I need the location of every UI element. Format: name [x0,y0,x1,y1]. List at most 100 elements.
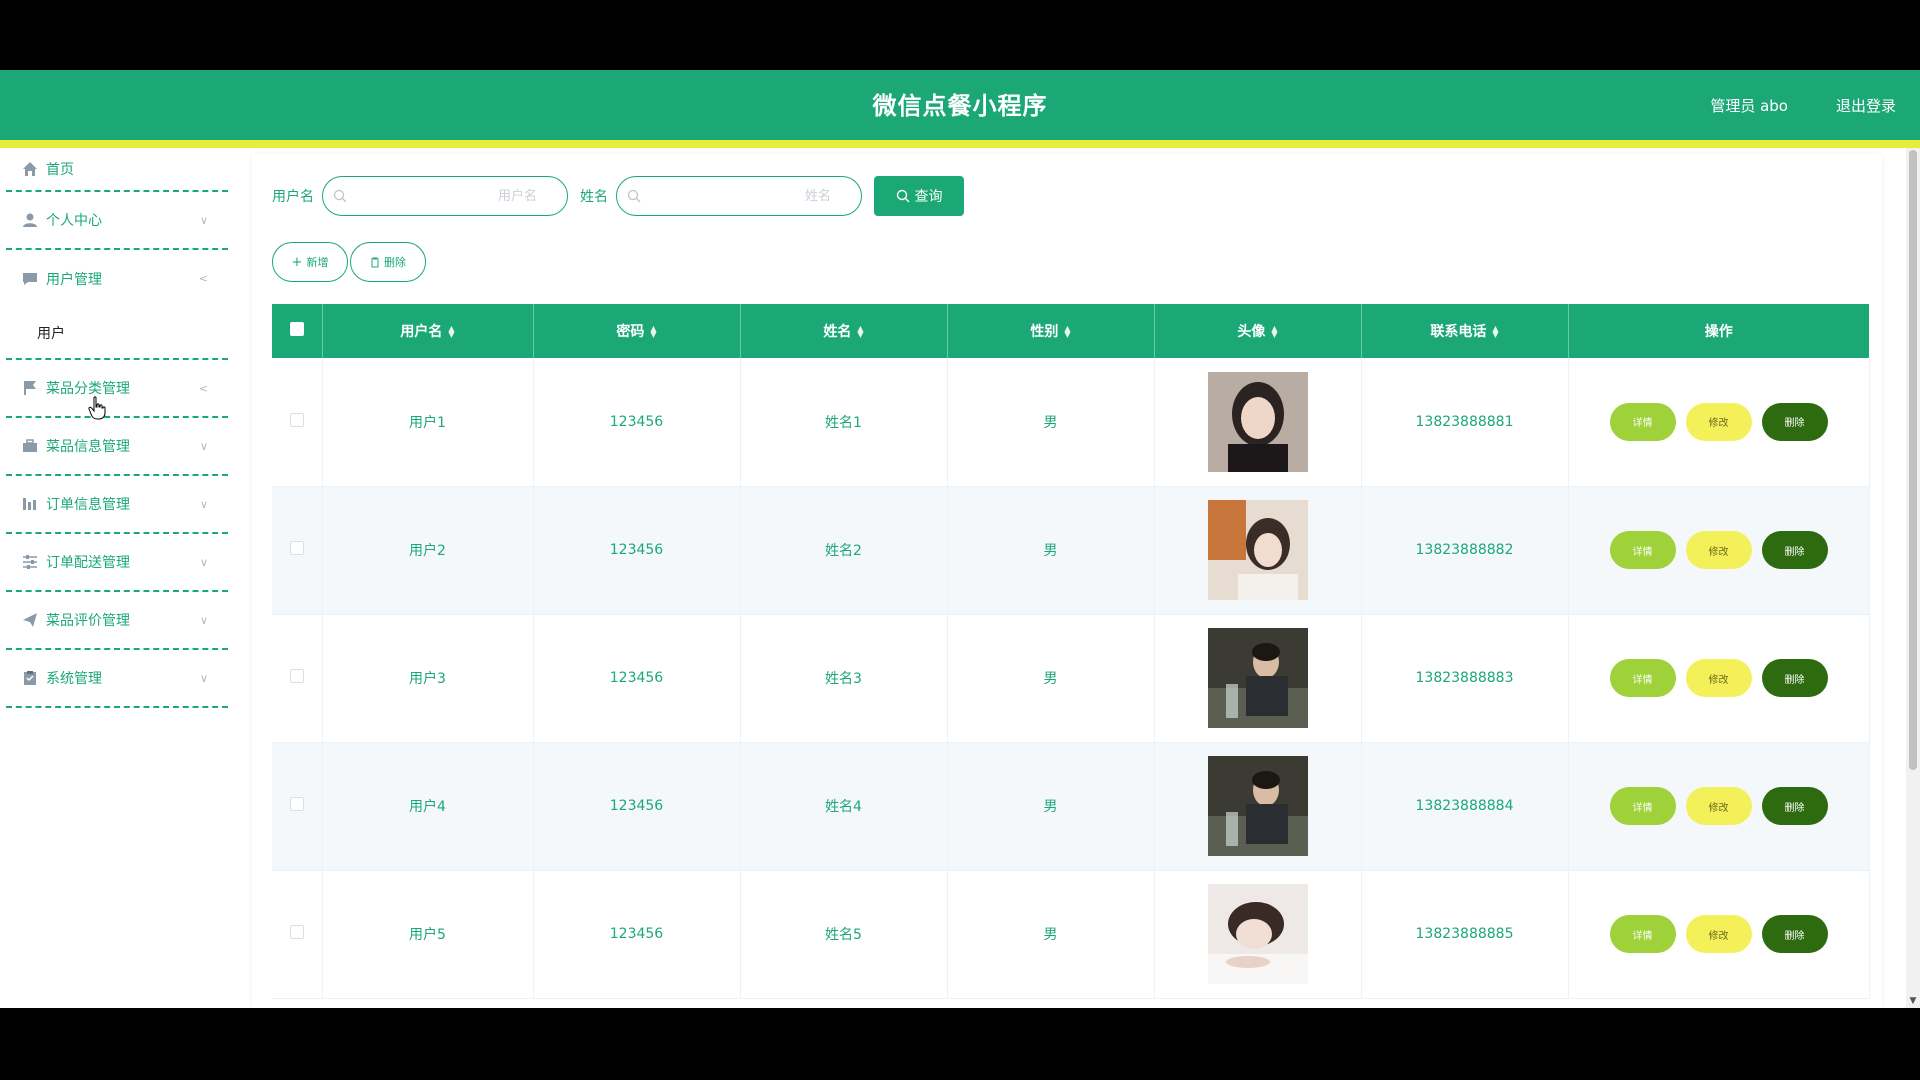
avatar-image [1207,884,1308,984]
hand-cursor-icon [88,396,106,420]
select-all-checkbox[interactable] [289,322,304,336]
delete-button[interactable]: 删除 [1761,402,1828,441]
trash-icon [371,257,379,267]
cell-avatar [1154,742,1362,871]
sidebar-item-dish-review[interactable]: 菜品评价管理 ∨ [6,592,228,650]
row-checkbox[interactable] [289,541,304,555]
sidebar-item-dish-category[interactable]: 菜品分类管理 < [6,360,228,418]
bulk-delete-button[interactable]: 删除 [350,242,426,282]
sidebar-item-label: 个人中心 [46,213,102,229]
cell-avatar [1154,358,1362,487]
cell-actions: 详情 修改 删除 [1568,486,1870,615]
sidebar-item-order-delivery[interactable]: 订单配送管理 ∨ [6,534,228,592]
row-checkbox[interactable] [289,669,304,683]
delete-button[interactable]: 删除 [1761,915,1828,953]
cell-username: 用户1 [322,358,534,487]
column-header-gender[interactable]: 性别 ▲ ▼ [947,304,1155,358]
vertical-scrollbar[interactable]: ▼ [1906,148,1920,1008]
sidebar-item-label: 菜品信息管理 [46,439,130,455]
plus-icon: + [291,254,303,270]
cell-name: 姓名2 [740,486,948,615]
row-checkbox[interactable] [289,412,304,427]
chevron-down-icon: ∨ [199,498,208,511]
chevron-down-icon: ∨ [199,214,208,227]
edit-button[interactable]: 修改 [1685,915,1752,953]
briefcase-icon [22,438,38,454]
cell-username: 用户3 [322,614,534,743]
query-button-label: 查询 [914,189,943,205]
username-search-input[interactable] [323,177,567,215]
search-icon [896,189,909,203]
logout-link[interactable]: 退出登录 [1836,95,1896,116]
column-header-name[interactable]: 姓名 ▲ ▼ [740,304,948,358]
scrollbar-thumb[interactable] [1909,150,1917,770]
sliders-icon [22,554,38,570]
detail-button[interactable]: 详情 [1609,531,1676,569]
cell-phone: 13823888885 [1361,870,1569,999]
sidebar-item-label: 首页 [46,162,74,178]
cell-avatar [1154,614,1362,743]
cell-password: 123456 [533,486,741,615]
chevron-left-icon: < [198,272,208,285]
chat-icon [22,271,38,287]
column-header-phone[interactable]: 联系电话 ▲ ▼ [1361,304,1569,358]
search-icon [627,189,641,203]
sidebar-item-personal-center[interactable]: 个人中心 ∨ [6,192,228,250]
sidebar-item-system[interactable]: 系统管理 ∨ [6,650,228,708]
sidebar-subitem-user[interactable]: 用户 [6,308,228,360]
delete-button[interactable]: 删除 [1761,787,1828,825]
sidebar-item-label: 订单配送管理 [46,555,130,571]
cell-username: 用户5 [322,870,534,999]
row-checkbox[interactable] [289,797,304,811]
sort-icon: ▲ ▼ [1064,324,1071,339]
cell-actions: 详情 修改 删除 [1568,358,1870,487]
person-icon [22,212,38,228]
column-header-username[interactable]: 用户名 ▲ ▼ [322,304,534,358]
flag-icon [22,380,38,396]
detail-button[interactable]: 详情 [1609,402,1676,441]
column-header-password[interactable]: 密码 ▲ ▼ [533,304,741,358]
clipboard-icon [22,670,38,686]
cell-gender: 男 [947,486,1155,615]
cell-name: 姓名5 [740,870,948,999]
detail-button[interactable]: 详情 [1609,659,1676,697]
cell-gender: 男 [947,358,1155,487]
table-row: 用户2 123456 姓名2 男 13823888882 详情 修改 删除 [272,486,1870,615]
avatar-image [1207,371,1308,472]
edit-button[interactable]: 修改 [1685,402,1752,441]
edit-button[interactable]: 修改 [1685,787,1752,825]
detail-button[interactable]: 详情 [1609,915,1676,953]
sidebar-item-label: 菜品分类管理 [46,381,130,397]
sidebar-item-home[interactable]: 首页 [6,148,228,192]
cell-password: 123456 [533,358,741,487]
cell-phone: 13823888884 [1361,742,1569,871]
delete-button[interactable]: 删除 [1761,659,1828,697]
sidebar-item-label: 系统管理 [46,671,102,687]
sidebar-item-dish-info[interactable]: 菜品信息管理 ∨ [6,418,228,476]
row-checkbox[interactable] [289,925,304,939]
name-search-field [616,176,862,216]
table-row: 用户4 123456 姓名4 男 13823888884 详情 修改 删除 [272,742,1870,871]
name-search-input[interactable] [617,177,861,215]
chart-icon [22,496,38,512]
column-header-avatar[interactable]: 头像 ▲ ▼ [1154,304,1362,358]
cell-actions: 详情 修改 删除 [1568,870,1870,999]
select-all-cell [272,304,323,358]
avatar-image [1207,628,1308,728]
edit-button[interactable]: 修改 [1685,531,1752,569]
cell-name: 姓名4 [740,742,948,871]
add-button[interactable]: + 新增 [272,242,348,282]
sidebar-item-user-management[interactable]: 用户管理 < [6,250,228,308]
username-search-field [322,176,568,216]
edit-button[interactable]: 修改 [1685,659,1752,697]
cell-password: 123456 [533,870,741,999]
sidebar-item-order-info[interactable]: 订单信息管理 ∨ [6,476,228,534]
detail-button[interactable]: 详情 [1609,787,1676,825]
cell-name: 姓名3 [740,614,948,743]
delete-button[interactable]: 删除 [1761,531,1828,569]
scroll-down-arrow-icon[interactable]: ▼ [1906,996,1920,1006]
sidebar-item-label: 订单信息管理 [46,497,130,513]
chevron-left-icon: < [198,382,208,395]
query-button[interactable]: 查询 [874,176,964,216]
table-row: 用户1 123456 姓名1 男 13823888881 详情 修改 删除 [272,358,1870,487]
